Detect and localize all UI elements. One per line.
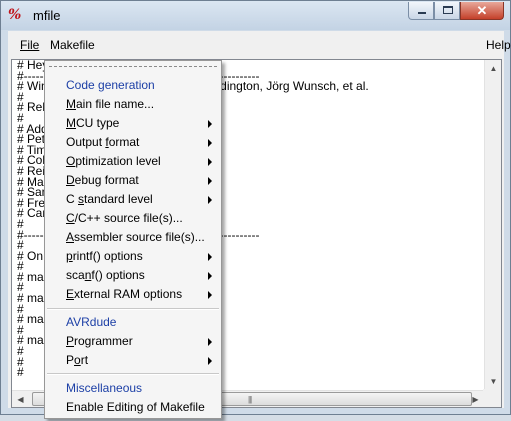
menu-item-text: ain file name...	[76, 97, 155, 111]
menu-item[interactable]: C standard level	[66, 192, 153, 206]
menu-item-text: ebug format	[74, 173, 139, 187]
scroll-right-icon[interactable]: ▶	[467, 391, 484, 408]
menu-makefile[interactable]: Makefile	[50, 38, 95, 52]
menu-item[interactable]: C/C++ source file(s)...	[66, 211, 183, 225]
submenu-arrow-icon	[208, 177, 212, 185]
menu-item-mnemonic: P	[66, 334, 75, 348]
menu-item-text: tandard level	[84, 192, 153, 206]
menu-item-text: xternal RAM options	[74, 287, 183, 301]
minimize-icon	[418, 12, 426, 14]
menu-item[interactable]: Programmer	[66, 334, 133, 348]
maximize-button[interactable]	[434, 2, 460, 20]
close-icon: ✕	[476, 3, 488, 18]
code-generation-header: Code generation	[66, 78, 155, 92]
close-button[interactable]: ✕	[460, 2, 504, 20]
scroll-up-icon[interactable]: ▲	[485, 60, 502, 77]
menu-help[interactable]: Help	[486, 38, 511, 52]
menu-item[interactable]: Debug format	[66, 173, 139, 187]
maximize-icon	[443, 6, 453, 14]
menu-item-mnemonic: M	[66, 116, 76, 130]
submenu-arrow-icon	[208, 357, 212, 365]
menu-bar: File Makefile Help	[8, 31, 511, 57]
menu-item-text: rogrammer	[74, 334, 133, 348]
minimize-button[interactable]	[408, 2, 434, 20]
submenu-arrow-icon	[208, 196, 212, 204]
menu-item-mnemonic: p	[66, 249, 73, 263]
menu-item-mnemonic: D	[66, 173, 75, 187]
menu-item[interactable]: printf() options	[66, 249, 143, 263]
submenu-arrow-icon	[208, 272, 212, 280]
caption-buttons: ✕	[408, 2, 504, 20]
menu-item[interactable]: MCU type	[66, 116, 119, 130]
menu-item[interactable]: Output format	[66, 135, 139, 149]
miscellaneous-header: Miscellaneous	[66, 381, 143, 395]
menu-item-text: ormat	[108, 135, 140, 149]
menu-item-mnemonic: A	[66, 230, 75, 244]
menu-item-text: ptimization level	[75, 154, 161, 168]
grip-icon: |||	[248, 395, 252, 404]
menu-help-label: Help	[486, 38, 511, 52]
menu-item-mnemonic: o	[74, 353, 81, 367]
menu-file[interactable]: File	[20, 38, 39, 52]
scroll-down-icon[interactable]: ▼	[485, 373, 502, 390]
menu-item-mnemonic: C	[66, 211, 75, 225]
menu-item[interactable]: Assembler source file(s)...	[66, 230, 205, 244]
menu-file-label: File	[20, 38, 40, 52]
submenu-arrow-icon	[208, 291, 212, 299]
menu-item-mnemonic: O	[66, 154, 76, 168]
makefile-dropdown-menu: Code generation Main file name... MCU typ…	[44, 60, 222, 419]
menu-item-text: rt	[80, 353, 89, 367]
menu-makefile-label: Makefile	[50, 38, 95, 52]
submenu-arrow-icon	[208, 338, 212, 346]
menu-item[interactable]: External RAM options	[66, 287, 182, 301]
avrdude-header: AVRdude	[66, 315, 117, 329]
menu-item[interactable]: Main file name...	[66, 97, 154, 111]
vertical-scrollbar[interactable]: ▲ ▼	[484, 60, 501, 390]
menu-item-text: P	[66, 353, 75, 367]
title-bar[interactable]: % mfile ✕	[1, 1, 510, 30]
mfile-app-icon[interactable]: %	[8, 7, 25, 24]
menu-item[interactable]: Port	[66, 353, 88, 367]
menu-item-text: /C++ source file(s)...	[74, 211, 183, 225]
menu-item-text: Enable Editing of Makefile	[66, 400, 205, 414]
menu-item[interactable]: Optimization level	[66, 154, 161, 168]
menu-item-text: CU type	[76, 116, 120, 130]
menu-item-mnemonic: E	[66, 287, 75, 301]
tearoff-line[interactable]	[49, 66, 217, 67]
submenu-arrow-icon	[208, 158, 212, 166]
menu-item-text: Output	[66, 135, 106, 149]
menu-item[interactable]: Enable Editing of Makefile	[66, 400, 205, 414]
window-title: mfile	[33, 8, 61, 23]
submenu-arrow-icon	[208, 253, 212, 261]
menu-separator	[47, 308, 219, 310]
menu-item-text: ssembler source file(s)...	[74, 230, 205, 244]
menu-item-mnemonic: M	[66, 97, 76, 111]
menu-item-text: rintf() options	[72, 249, 143, 263]
scrollbar-corner	[483, 389, 501, 407]
menu-item-text: sca	[66, 268, 85, 282]
scroll-left-icon[interactable]: ◀	[12, 391, 29, 408]
menu-item-text: C	[66, 192, 78, 206]
submenu-arrow-icon	[208, 139, 212, 147]
submenu-arrow-icon	[208, 120, 212, 128]
menu-item[interactable]: scanf() options	[66, 268, 145, 282]
menu-separator	[47, 373, 219, 375]
menu-item-text: f() options	[91, 268, 145, 282]
